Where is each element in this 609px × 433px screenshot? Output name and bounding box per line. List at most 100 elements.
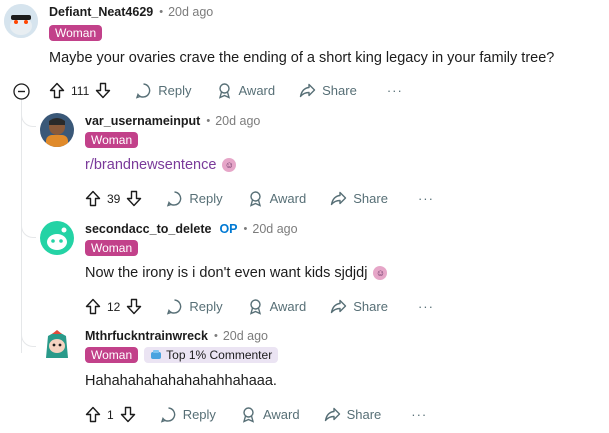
comment-actions: 12 Reply Award Share ···	[85, 298, 434, 315]
downvote-icon[interactable]	[95, 82, 111, 99]
upvote-icon[interactable]	[49, 82, 65, 99]
laughing-emoji-icon: ☺	[373, 266, 388, 280]
reply-label: Reply	[189, 191, 223, 206]
award-label: Award	[269, 191, 307, 206]
username[interactable]: var_usernameinput	[85, 114, 200, 128]
comment-actions: 1 Reply Award Share ···	[85, 406, 427, 423]
vote-count: 1	[107, 407, 114, 422]
timestamp[interactable]: 20d ago	[252, 222, 297, 236]
award-button[interactable]: Award	[247, 298, 307, 315]
share-button[interactable]: Share	[330, 298, 388, 315]
avatar[interactable]	[40, 113, 74, 147]
op-badge: OP	[219, 222, 238, 236]
subreddit-link[interactable]: r/brandnewsentence	[85, 157, 216, 173]
award-button[interactable]: Award	[216, 82, 276, 99]
downvote-icon[interactable]	[126, 190, 142, 207]
award-label: Award	[262, 407, 300, 422]
share-icon	[324, 407, 340, 422]
downvote-icon[interactable]	[120, 406, 136, 423]
collapse-button[interactable]	[13, 83, 30, 100]
vote-count: 39	[107, 191, 121, 206]
reply-icon	[167, 299, 182, 315]
award-label: Award	[238, 83, 276, 98]
timestamp[interactable]: 20d ago	[215, 114, 260, 128]
user-flair: Woman	[49, 25, 103, 41]
separator-dot: •	[213, 330, 218, 342]
timestamp[interactable]: 20d ago	[223, 329, 268, 343]
award-icon	[249, 191, 261, 207]
collapse-icon	[13, 83, 30, 100]
share-button[interactable]: Share	[299, 82, 357, 99]
comment-actions: 111 Reply Award Share ···	[49, 82, 403, 99]
reply-button[interactable]: Reply	[166, 298, 223, 315]
vote-control: 39	[85, 190, 142, 207]
vote-control: 12	[85, 298, 142, 315]
comment-body: Maybe your ovaries crave the ending of a…	[49, 50, 555, 66]
timestamp[interactable]: 20d ago	[168, 5, 213, 19]
user-flair: Woman	[85, 240, 139, 256]
top-commenter-badge: Top 1% Commenter	[144, 347, 279, 363]
comment-actions: 39 Reply Award Share ···	[85, 190, 434, 207]
share-label: Share	[353, 191, 388, 206]
avatar[interactable]	[4, 4, 38, 38]
comment-meta: secondacc_to_delete OP • 20d ago	[85, 222, 298, 236]
avatar[interactable]	[40, 221, 74, 255]
downvote-icon[interactable]	[126, 298, 142, 315]
comment-meta: Defiant_Neat4629 • 20d ago	[49, 5, 213, 19]
flair-row: Woman	[49, 25, 103, 41]
share-icon	[331, 191, 347, 206]
comment-body: Hahahahahahahahahhahaaa.	[85, 373, 277, 389]
comment-meta: var_usernameinput • 20d ago	[85, 114, 260, 128]
award-label: Award	[269, 299, 307, 314]
more-options-button[interactable]: ···	[418, 299, 434, 314]
reply-icon	[136, 83, 151, 99]
more-options-button[interactable]: ···	[387, 83, 403, 98]
share-button[interactable]: Share	[330, 190, 388, 207]
upvote-icon[interactable]	[85, 406, 101, 423]
reply-label: Reply	[189, 299, 223, 314]
top-commenter-label: Top 1% Commenter	[166, 348, 273, 362]
separator-dot: •	[206, 115, 211, 127]
share-label: Share	[346, 407, 382, 422]
thread-elbow	[21, 223, 36, 238]
thread-elbow	[21, 332, 36, 347]
award-button[interactable]: Award	[240, 406, 300, 423]
reply-button[interactable]: Reply	[135, 82, 192, 99]
user-flair: Woman	[85, 132, 139, 148]
flair-row: Woman Top 1% Commenter	[85, 347, 279, 363]
upvote-icon[interactable]	[85, 190, 101, 207]
comment-text: Now the irony is i don't even want kids …	[85, 265, 368, 281]
reply-icon	[167, 191, 182, 207]
share-icon	[331, 299, 347, 314]
username[interactable]: secondacc_to_delete	[85, 222, 211, 236]
share-icon	[299, 83, 316, 98]
award-icon	[218, 83, 230, 99]
reply-button[interactable]: Reply	[160, 406, 216, 423]
award-button[interactable]: Award	[247, 190, 307, 207]
comment-body: Now the irony is i don't even want kids …	[85, 265, 388, 281]
vote-count: 111	[71, 83, 90, 98]
reply-label: Reply	[182, 407, 216, 422]
thread-elbow	[21, 112, 36, 127]
user-flair: Woman	[85, 347, 139, 363]
username[interactable]: Defiant_Neat4629	[49, 5, 153, 19]
reply-icon	[160, 407, 175, 423]
more-options-button[interactable]: ···	[411, 407, 427, 422]
top-commenter-icon	[151, 350, 162, 359]
username[interactable]: Mthrfuckntrainwreck	[85, 329, 208, 343]
share-label: Share	[353, 299, 388, 314]
laughing-emoji-icon: ☺	[222, 158, 237, 172]
vote-count: 12	[107, 299, 121, 314]
separator-dot: •	[243, 223, 248, 235]
vote-control: 111	[49, 82, 111, 99]
share-button[interactable]: Share	[324, 406, 382, 423]
flair-row: Woman	[85, 240, 139, 256]
comment-body: r/brandnewsentence ☺	[85, 157, 237, 173]
more-options-button[interactable]: ···	[418, 191, 434, 206]
award-icon	[242, 407, 255, 423]
avatar[interactable]	[40, 328, 74, 362]
comment-meta: Mthrfuckntrainwreck • 20d ago	[85, 329, 268, 343]
upvote-icon[interactable]	[85, 298, 101, 315]
reply-button[interactable]: Reply	[166, 190, 223, 207]
award-icon	[249, 299, 261, 315]
